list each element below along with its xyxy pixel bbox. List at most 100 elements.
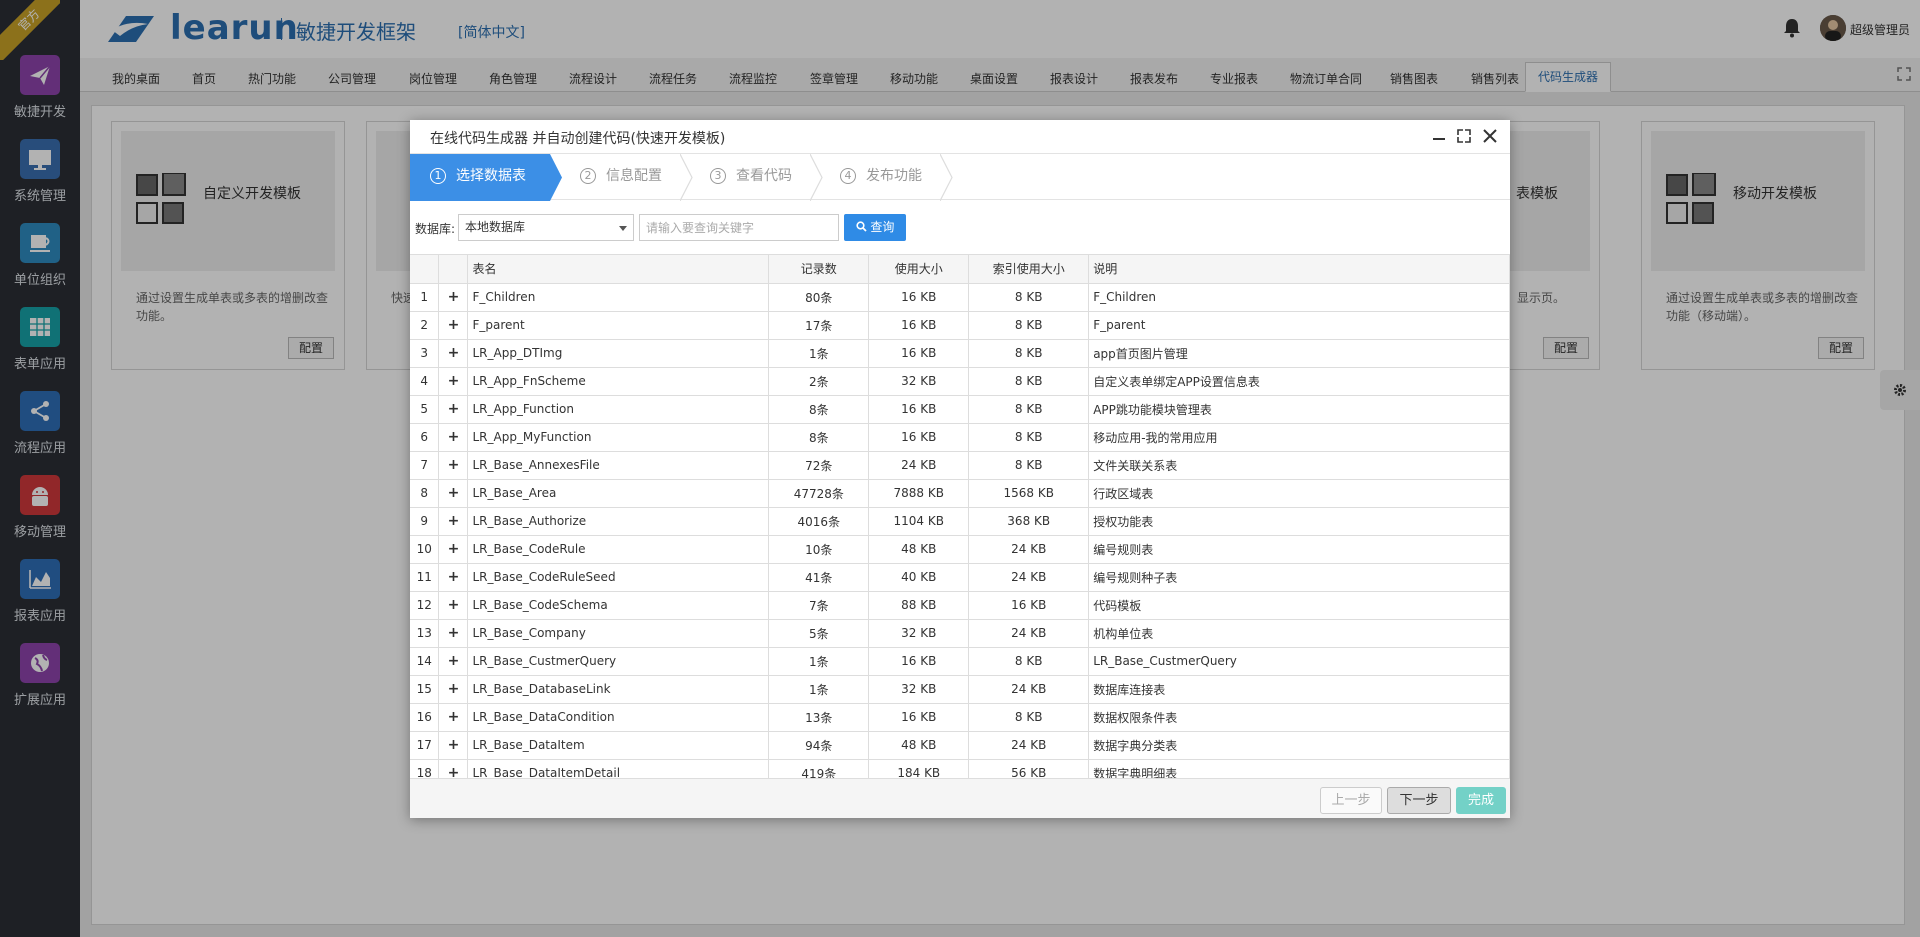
column-header[interactable]: 说明	[1088, 255, 1510, 284]
table-name-cell: LR_Base_Area	[467, 479, 770, 508]
table-row[interactable]: 7 + LR_Base_AnnexesFile 72条 24 KB 8 KB 文件关联关系表	[410, 451, 1510, 480]
dialog-title: 在线代码生成器 并自动创建代码(快速开发模板)	[430, 131, 726, 147]
table-row[interactable]: 16 + LR_Base_DataCondition 13条 16 KB 8 KB 数据权限…	[410, 703, 1510, 732]
table-name-cell: LR_App_Function	[467, 395, 770, 424]
add-row-icon[interactable]: +	[438, 731, 469, 760]
table-row[interactable]: 3 + LR_App_DTImg 1条 16 KB 8 KB app首页图片管理	[410, 339, 1510, 368]
chevron-down-icon	[619, 226, 627, 231]
description-cell: 移动应用-我的常用应用	[1088, 423, 1510, 452]
prev-step-button[interactable]: 上一步	[1320, 787, 1382, 814]
table-row[interactable]: 6 + LR_App_MyFunction 8条 16 KB 8 KB 移动应用-我的常用应…	[410, 423, 1510, 452]
add-row-icon[interactable]: +	[438, 703, 469, 732]
used-size-cell: 1104 KB	[868, 507, 970, 536]
add-row-icon[interactable]: +	[438, 535, 469, 564]
database-select[interactable]: 本地数据库	[458, 214, 634, 241]
record-count-cell: 2条	[768, 367, 870, 396]
search-icon	[855, 221, 867, 232]
table-row[interactable]: 4 + LR_App_FnScheme 2条 32 KB 8 KB 自定义表单绑定APP设置…	[410, 367, 1510, 396]
row-index: 1	[410, 283, 440, 312]
search-input[interactable]	[639, 214, 839, 241]
table-row[interactable]: 10 + LR_Base_CodeRule 10条 48 KB 24 KB 编号规则表	[410, 535, 1510, 564]
table-row[interactable]: 12 + LR_Base_CodeSchema 7条 88 KB 16 KB 代码模板	[410, 591, 1510, 620]
table-name-cell: LR_Base_CodeSchema	[467, 591, 770, 620]
maximize-icon[interactable]	[1455, 127, 1473, 145]
table-name-cell: LR_Base_DataItemDetail	[467, 759, 770, 778]
add-row-icon[interactable]: +	[438, 395, 469, 424]
description-cell: F_parent	[1088, 311, 1510, 340]
table-row[interactable]: 2 + F_parent 17条 16 KB 8 KB F_parent	[410, 311, 1510, 340]
wizard-steps: 1 选择数据表 2 信息配置 3 查看代码 4 发布功能	[410, 153, 1510, 202]
record-count-cell: 5条	[768, 619, 870, 648]
minimize-icon[interactable]	[1430, 127, 1448, 145]
add-row-icon[interactable]: +	[438, 507, 469, 536]
add-row-icon[interactable]: +	[438, 479, 469, 508]
table-row[interactable]: 1 + F_Children 80条 16 KB 8 KB F_Children	[410, 283, 1510, 312]
add-row-icon[interactable]: +	[438, 311, 469, 340]
wizard-step-1[interactable]: 1 选择数据表	[410, 154, 550, 201]
finish-button[interactable]: 完成	[1456, 787, 1506, 814]
add-row-icon[interactable]: +	[438, 423, 469, 452]
step-label: 信息配置	[606, 168, 662, 184]
add-row-icon[interactable]: +	[438, 647, 469, 676]
row-index: 11	[410, 563, 440, 592]
used-size-cell: 48 KB	[868, 535, 970, 564]
column-header[interactable]: 使用大小	[868, 255, 970, 284]
table-row[interactable]: 17 + LR_Base_DataItem 94条 48 KB 24 KB 数据字典分类表	[410, 731, 1510, 760]
used-size-cell: 16 KB	[868, 283, 970, 312]
table-row[interactable]: 18 + LR_Base_DataItemDetail 419条 184 KB 56 KB…	[410, 759, 1510, 778]
table-name-cell: LR_App_MyFunction	[467, 423, 770, 452]
wizard-step-4[interactable]: 4 发布功能	[810, 154, 940, 201]
close-icon[interactable]	[1481, 127, 1499, 145]
row-index: 4	[410, 367, 440, 396]
row-index: 17	[410, 731, 440, 760]
row-index: 18	[410, 759, 440, 778]
add-row-icon[interactable]: +	[438, 591, 469, 620]
description-cell: 数据字典分类表	[1088, 731, 1510, 760]
table-row[interactable]: 9 + LR_Base_Authorize 4016条 1104 KB 368 KB 授权功…	[410, 507, 1510, 536]
row-index: 10	[410, 535, 440, 564]
wizard-step-3[interactable]: 3 查看代码	[680, 154, 810, 201]
add-row-icon[interactable]: +	[438, 759, 469, 778]
record-count-cell: 7条	[768, 591, 870, 620]
table-name-cell: LR_Base_DataItem	[467, 731, 770, 760]
add-row-icon[interactable]: +	[438, 283, 469, 312]
table-row[interactable]: 15 + LR_Base_DatabaseLink 1条 32 KB 24 KB 数据库连接…	[410, 675, 1510, 704]
wizard-step-2[interactable]: 2 信息配置	[550, 154, 680, 201]
database-label: 数据库:	[415, 222, 456, 236]
table-name-cell: LR_Base_CustmerQuery	[467, 647, 770, 676]
table-row[interactable]: 14 + LR_Base_CustmerQuery 1条 16 KB 8 KB LR_Bas…	[410, 647, 1510, 676]
search-button-label: 查询	[870, 220, 895, 234]
index-size-cell: 16 KB	[968, 591, 1090, 620]
add-row-icon[interactable]: +	[438, 563, 469, 592]
add-row-icon[interactable]: +	[438, 619, 469, 648]
table-row[interactable]: 8 + LR_Base_Area 47728条 7888 KB 1568 KB 行政区域表	[410, 479, 1510, 508]
record-count-cell: 94条	[768, 731, 870, 760]
description-cell: 代码模板	[1088, 591, 1510, 620]
record-count-cell: 1条	[768, 647, 870, 676]
index-size-cell: 24 KB	[968, 675, 1090, 704]
add-row-icon[interactable]: +	[438, 675, 469, 704]
table-name-cell: LR_Base_CodeRuleSeed	[467, 563, 770, 592]
column-header[interactable]: 表名	[467, 255, 770, 284]
used-size-cell: 88 KB	[868, 591, 970, 620]
next-step-button[interactable]: 下一步	[1387, 787, 1451, 814]
add-row-icon[interactable]: +	[438, 367, 469, 396]
index-size-cell: 8 KB	[968, 367, 1090, 396]
column-header[interactable]: 索引使用大小	[968, 255, 1090, 284]
step-number: 2	[580, 168, 596, 184]
column-header[interactable]: 记录数	[768, 255, 870, 284]
search-button[interactable]: 查询	[844, 214, 906, 241]
table-row[interactable]: 11 + LR_Base_CodeRuleSeed 41条 40 KB 24 KB 编号规则…	[410, 563, 1510, 592]
table-row[interactable]: 5 + LR_App_Function 8条 16 KB 8 KB APP跳功能模块管理表	[410, 395, 1510, 424]
table-row[interactable]: 13 + LR_Base_Company 5条 32 KB 24 KB 机构单位表	[410, 619, 1510, 648]
index-size-cell: 24 KB	[968, 731, 1090, 760]
record-count-cell: 41条	[768, 563, 870, 592]
add-row-icon[interactable]: +	[438, 339, 469, 368]
used-size-cell: 32 KB	[868, 619, 970, 648]
add-row-icon[interactable]: +	[438, 451, 469, 480]
record-count-cell: 8条	[768, 423, 870, 452]
step-number: 3	[710, 168, 726, 184]
index-size-cell: 8 KB	[968, 395, 1090, 424]
record-count-cell: 47728条	[768, 479, 870, 508]
step-label: 选择数据表	[456, 168, 526, 184]
